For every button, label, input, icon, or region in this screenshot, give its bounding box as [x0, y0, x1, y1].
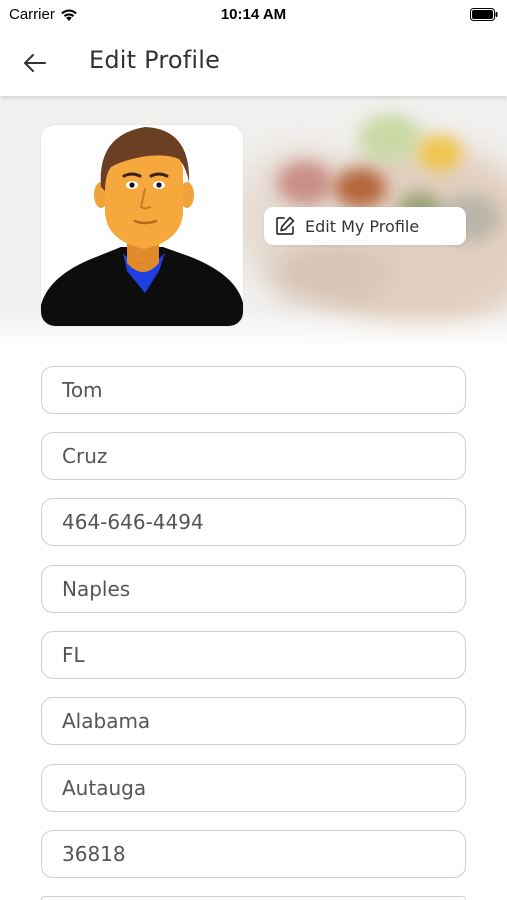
- last-name-input[interactable]: [62, 444, 465, 468]
- battery-icon: [470, 8, 498, 21]
- state-field[interactable]: [41, 697, 466, 745]
- profile-banner: Edit My Profile: [0, 98, 507, 348]
- edit-icon: [274, 215, 296, 237]
- zip-field[interactable]: [41, 830, 466, 878]
- next-field-partial[interactable]: [41, 896, 466, 900]
- zip-input[interactable]: [62, 842, 465, 866]
- phone-field[interactable]: [41, 498, 466, 546]
- status-time: 10:14 AM: [220, 6, 287, 23]
- phone-input[interactable]: [62, 510, 465, 534]
- status-bar: Carrier 10:14 AM: [0, 0, 507, 30]
- state-code-input[interactable]: [62, 643, 465, 667]
- county-input[interactable]: [62, 776, 465, 800]
- first-name-field[interactable]: [41, 366, 466, 414]
- first-name-input[interactable]: [62, 378, 465, 402]
- app-header: Edit Profile: [0, 30, 507, 96]
- city-field[interactable]: [41, 565, 466, 613]
- state-code-field[interactable]: [41, 631, 466, 679]
- avatar-illustration: [41, 125, 243, 326]
- last-name-field[interactable]: [41, 432, 466, 480]
- edit-my-profile-button[interactable]: Edit My Profile: [264, 207, 466, 245]
- avatar[interactable]: [41, 125, 243, 326]
- edit-my-profile-label: Edit My Profile: [305, 216, 420, 236]
- county-field[interactable]: [41, 764, 466, 812]
- arrow-left-icon: [24, 54, 46, 72]
- state-input[interactable]: [62, 709, 465, 733]
- back-button[interactable]: [20, 48, 50, 78]
- city-input[interactable]: [62, 577, 465, 601]
- page-title: Edit Profile: [89, 46, 221, 74]
